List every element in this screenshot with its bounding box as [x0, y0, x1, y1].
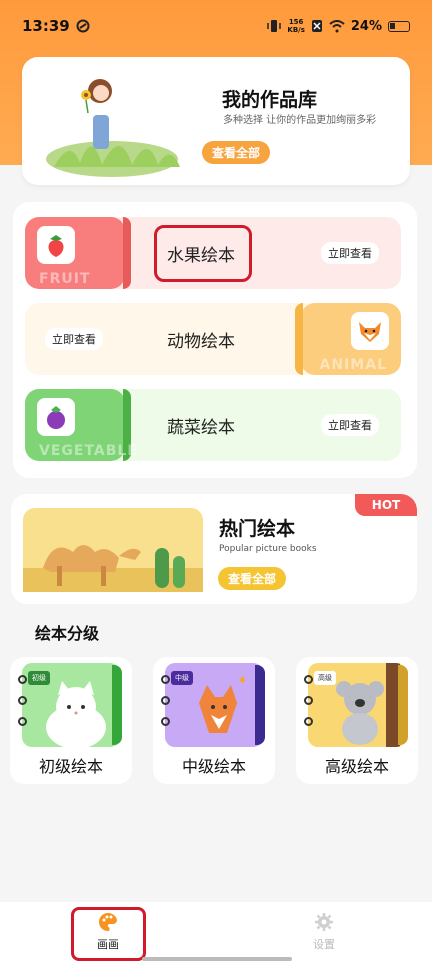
girl-illustration	[46, 79, 180, 177]
fox-icon	[351, 312, 389, 350]
hot-view-all-button[interactable]: 查看全部	[218, 567, 287, 590]
beginner-label: 初级绘本	[38, 757, 103, 776]
vegetable-book-cover: VEGETABLE	[25, 389, 137, 461]
fruit-watermark: FRUIT	[39, 271, 91, 287]
advanced-badge: 高级	[314, 671, 336, 685]
fruit-highlight-box	[154, 225, 252, 282]
animal-watermark: ANIMAL	[319, 357, 387, 373]
app-notification-icon	[76, 19, 90, 33]
battery-icon	[388, 20, 410, 32]
my-works-view-all-button[interactable]: 查看全部	[202, 141, 271, 164]
draw-tab-highlight-box	[71, 907, 146, 961]
home-indicator[interactable]	[142, 957, 292, 961]
my-works-card[interactable]: 我的作品库 多种选择 让你的作品更加绚丽多彩 查看全部	[22, 57, 410, 185]
advanced-label: 高级绘本	[324, 757, 389, 776]
network-speed: 156 KB/s	[287, 18, 305, 34]
eggplant-icon	[37, 398, 75, 436]
animal-view-button[interactable]: 立即查看	[45, 328, 103, 350]
my-works-title: 我的作品库	[222, 89, 318, 111]
category-list: FRUIT 水果绘本 立即查看 立即查看 动物绘本 ANIMAL VEGETAB…	[13, 202, 417, 478]
beginner-badge: 初级	[28, 671, 50, 685]
no-sim-icon	[311, 20, 322, 32]
hot-books-title: 热门绘本	[219, 518, 296, 540]
status-bar: 13:39 156 KB/s 24%	[0, 0, 432, 52]
battery-percent: 24%	[350, 18, 382, 34]
intermediate-label: 中级绘本	[181, 757, 246, 776]
animal-book-cover: ANIMAL	[295, 303, 401, 375]
hot-books-subtitle: Popular picture books	[219, 544, 317, 554]
gear-icon	[315, 913, 333, 931]
intermediate-badge: 中级	[171, 671, 193, 685]
nav-tab-settings-label: 设置	[313, 938, 335, 951]
vegetable-watermark: VEGETABLE	[39, 443, 138, 459]
level-card-advanced[interactable]: 高级 高级绘本	[296, 657, 418, 784]
vegetable-category-name: 蔬菜绘本	[167, 418, 235, 438]
level-card-beginner[interactable]: 初级 初级绘本	[10, 657, 132, 784]
hot-books-card[interactable]: HOT 热门绘本 Popular picture books 查看全部	[11, 494, 417, 604]
wifi-icon	[329, 19, 345, 32]
my-works-subtitle: 多种选择 让你的作品更加绚丽多彩	[223, 115, 377, 126]
status-time: 13:39	[22, 17, 70, 35]
camel-illustration	[23, 508, 203, 592]
binder-rings	[18, 675, 27, 738]
nav-tab-settings[interactable]: 设置	[294, 912, 354, 952]
strawberry-icon	[37, 226, 75, 264]
vegetable-view-button[interactable]: 立即查看	[321, 414, 379, 436]
vibrate-icon	[267, 20, 282, 32]
bottom-navigation: 画画 设置	[0, 902, 432, 964]
binder-rings	[304, 675, 313, 738]
levels-section-title: 绘本分级	[35, 624, 100, 643]
animal-category-name: 动物绘本	[167, 332, 235, 352]
fruit-view-button[interactable]: 立即查看	[321, 242, 379, 264]
hot-badge: HOT	[355, 494, 417, 516]
binder-rings	[161, 675, 170, 738]
level-card-intermediate[interactable]: 中级 中级绘本	[153, 657, 275, 784]
animal-category-item[interactable]: 立即查看 动物绘本 ANIMAL	[25, 303, 401, 375]
vegetable-category-item[interactable]: VEGETABLE 蔬菜绘本 立即查看	[25, 389, 401, 461]
fruit-book-cover: FRUIT	[25, 217, 131, 289]
